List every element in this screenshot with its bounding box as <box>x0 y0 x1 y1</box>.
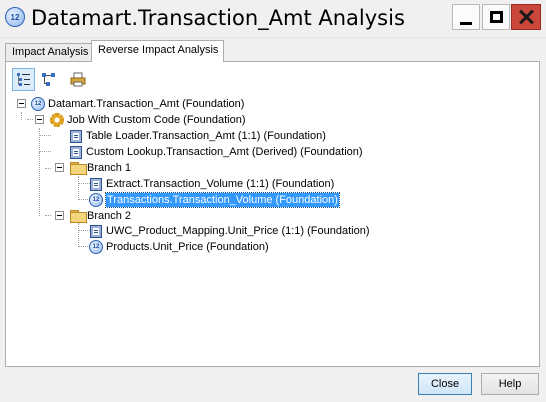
transformation-icon <box>90 224 102 238</box>
column-icon: 12 <box>31 97 45 111</box>
job-icon <box>50 113 64 127</box>
tree-node-label: Branch 2 <box>87 210 132 222</box>
tree-node-root[interactable]: 12 Datamart.Transaction_Amt (Foundation) <box>31 96 244 112</box>
help-button[interactable]: Help <box>481 373 539 395</box>
impact-tree: 12 Datamart.Transaction_Amt (Foundation)… <box>6 62 539 366</box>
collapse-toggle[interactable] <box>55 211 64 220</box>
tree-connector <box>39 135 51 136</box>
close-icon <box>519 10 533 24</box>
tree-node-label: Branch 1 <box>87 162 132 174</box>
tree-node-label: UWC_Product_Mapping.Unit_Price (1:1) (Fo… <box>106 225 370 237</box>
tree-node-custom-lookup[interactable]: Custom Lookup.Transaction_Amt (Derived) … <box>69 144 363 160</box>
tree-node-transactions[interactable]: 12 Transactions.Transaction_Volume (Foun… <box>89 192 340 208</box>
tree-node-job[interactable]: Job With Custom Code (Foundation) <box>50 112 246 128</box>
column-icon: 12 <box>89 240 103 254</box>
close-window-button[interactable] <box>511 4 541 30</box>
tree-node-extract[interactable]: Extract.Transaction_Volume (1:1) (Founda… <box>89 176 334 192</box>
tree-connector <box>78 176 79 200</box>
tree-connector <box>27 119 33 120</box>
minimize-icon <box>460 21 472 25</box>
tree-connector <box>45 215 51 216</box>
transformation-icon <box>70 145 82 159</box>
tab-impact-analysis[interactable]: Impact Analysis <box>5 43 92 62</box>
tree-node-table-loader[interactable]: Table Loader.Transaction_Amt (1:1) (Foun… <box>69 128 326 144</box>
column-icon: 12 <box>5 7 25 27</box>
transformation-icon <box>70 129 82 143</box>
tree-node-label: Custom Lookup.Transaction_Amt (Derived) … <box>86 146 363 158</box>
transformation-icon <box>90 177 102 191</box>
tree-connector <box>39 151 51 152</box>
title-bar: 12 Datamart.Transaction_Amt Analysis <box>0 0 546 38</box>
tree-connector <box>39 152 40 216</box>
tree-node-products-unit-price[interactable]: 12 Products.Unit_Price (Foundation) <box>89 239 269 255</box>
tree-node-label: Datamart.Transaction_Amt (Foundation) <box>48 98 245 110</box>
tree-node-label: Job With Custom Code (Foundation) <box>67 114 246 126</box>
close-button[interactable]: Close <box>418 373 472 395</box>
tree-connector <box>78 223 79 247</box>
tree-node-branch-2[interactable]: Branch 2 <box>70 208 131 224</box>
tree-node-branch-1[interactable]: Branch 1 <box>70 160 131 176</box>
maximize-button[interactable] <box>482 4 510 30</box>
tree-connector <box>21 112 22 120</box>
tree-node-label: Table Loader.Transaction_Amt (1:1) (Foun… <box>86 130 326 142</box>
tree-node-label: Extract.Transaction_Volume (1:1) (Founda… <box>106 178 335 190</box>
folder-icon <box>70 162 87 175</box>
tree-connector <box>39 128 40 152</box>
analysis-panel: 12 Datamart.Transaction_Amt (Foundation)… <box>5 61 540 367</box>
tree-node-uwc-product-mapping[interactable]: UWC_Product_Mapping.Unit_Price (1:1) (Fo… <box>89 223 370 239</box>
tree-node-label: Products.Unit_Price (Foundation) <box>106 241 269 253</box>
window-title: Datamart.Transaction_Amt Analysis <box>31 6 405 30</box>
tab-reverse-impact-analysis[interactable]: Reverse Impact Analysis <box>91 40 224 62</box>
collapse-toggle[interactable] <box>17 99 26 108</box>
column-icon: 12 <box>89 193 103 207</box>
maximize-icon <box>489 11 503 23</box>
collapse-toggle[interactable] <box>55 163 64 172</box>
tree-connector <box>45 168 51 169</box>
minimize-button[interactable] <box>452 4 480 30</box>
collapse-toggle[interactable] <box>35 115 44 124</box>
tree-node-label: Transactions.Transaction_Volume (Foundat… <box>105 192 340 208</box>
folder-icon <box>70 210 87 223</box>
